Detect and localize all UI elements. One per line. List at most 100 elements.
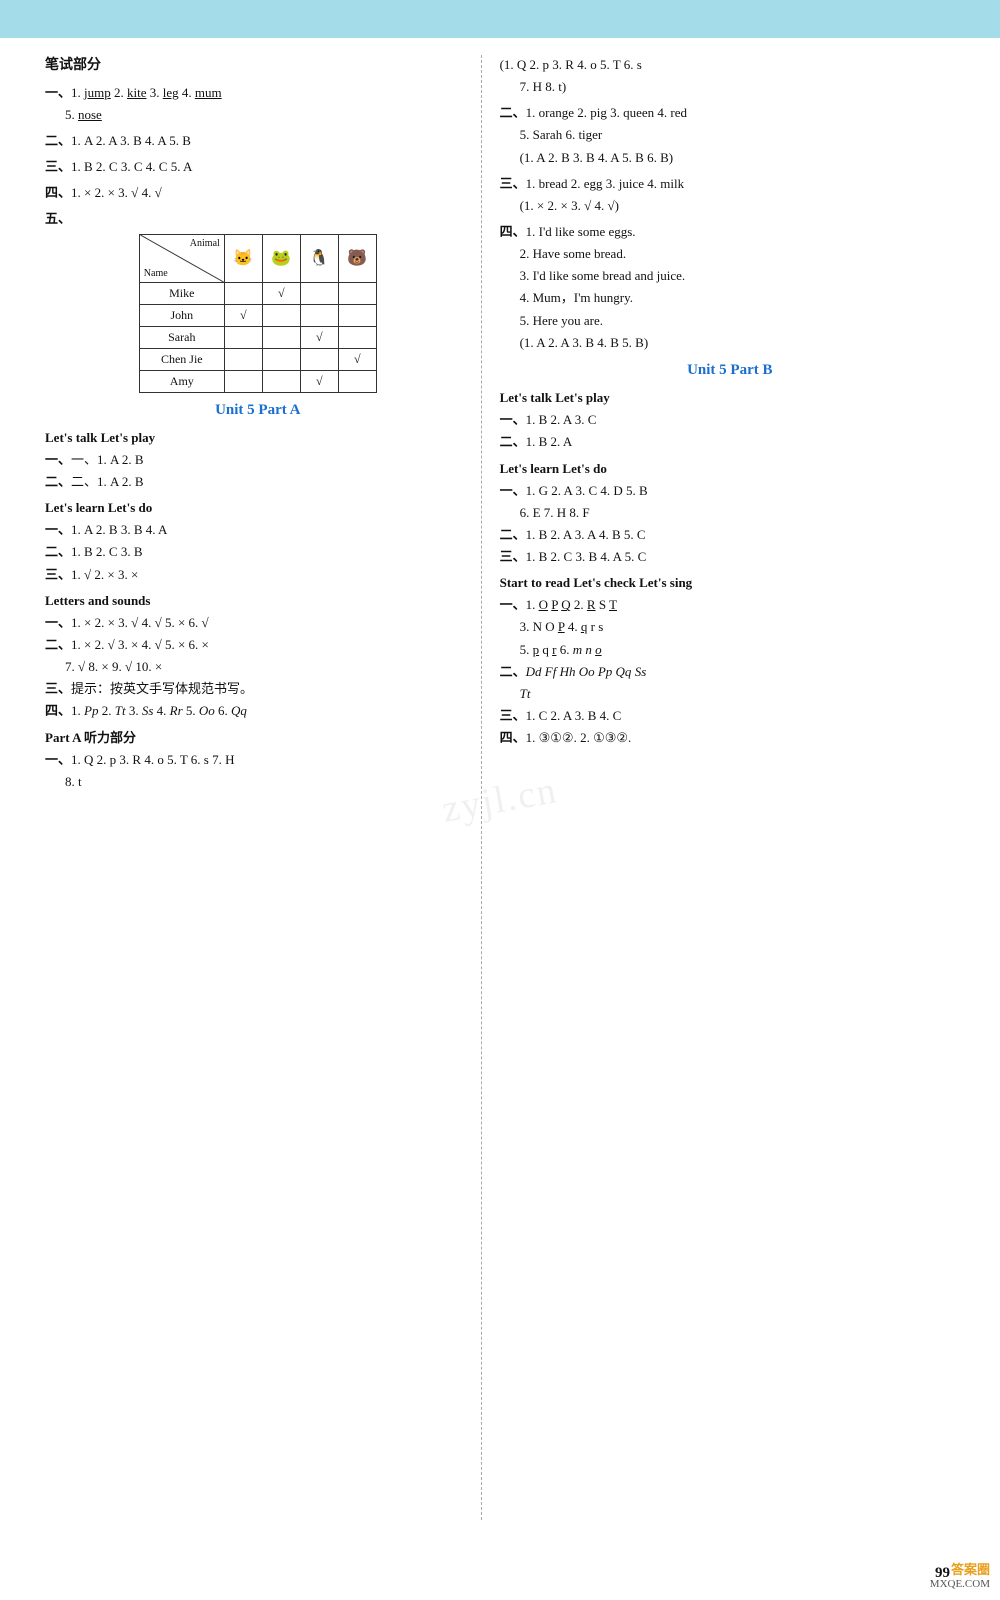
amy-1 [224,370,262,392]
right-si1: 四、1. I'd like some eggs. [500,222,960,242]
top-bar [0,0,1000,38]
sarah-2 [262,326,300,348]
table-row-john: John √ [139,304,376,326]
ltpb1: 一、1. B 2. A 3. C [500,410,960,430]
animal-col-4: 🐻 [338,234,376,282]
lets-learn-do-section: Let's learn Let's do 一、1. A 2. B 3. B 4.… [45,498,471,585]
pal1: 一、1. Q 2. p 3. R 4. o 5. T 6. s 7. H [45,750,471,770]
right-san-section: 三、1. bread 2. egg 3. juice 4. milk (1. ×… [500,174,960,216]
right-si2: 2. Have some bread. [500,244,960,264]
diagonal-header-cell: Animal Name [139,234,224,282]
ltp2: 二、二、1. A 2. B [45,472,471,492]
right-er2: 5. Sarah 6. tiger [500,125,960,145]
name-chenjie: Chen Jie [139,348,224,370]
lld3: 三、1. √ 2. × 3. × [45,565,471,585]
chenjie-3 [300,348,338,370]
mike-1 [224,282,262,304]
content-area: 笔试部分 一、1. jump 2. kite 3. leg 4. mum 5. … [40,55,960,1520]
lldb2: 6. E 7. H 8. F [500,503,960,523]
right-si6: (1. A 2. A 3. B 4. B 5. B) [500,333,960,353]
lldb4: 三、1. B 2. C 3. B 4. A 5. C [500,547,960,567]
ltpb2: 二、1. B 2. A [500,432,960,452]
right-lets-learn-do-label: Let's learn Let's do [500,459,960,479]
lets-talk-play-section: Let's talk Let's play 一、一、1. A 2. B 二、二、… [45,428,471,492]
animal-col-2: 🐸 [262,234,300,282]
letters-sounds-label: Letters and sounds [45,591,471,611]
name-sarah: Sarah [139,326,224,348]
right-lets-talk-play-section: Let's talk Let's play 一、1. B 2. A 3. C 二… [500,388,960,452]
pal-8t: 8. t [45,772,471,792]
section-five-label: 五、 [45,209,471,229]
ltp1: 一、一、1. A 2. B [45,450,471,470]
logo-icon: 答案圈 [930,1559,990,1578]
ls3: 7. √ 8. × 9. √ 10. × [45,657,471,677]
sarah-3: √ [300,326,338,348]
sarah-4 [338,326,376,348]
right-er-section: 二、1. orange 2. pig 3. queen 4. red 5. Sa… [500,103,960,167]
section-five: 五、 Animal Name 🐱 🐸 🐧 🐻 Mi [45,209,471,392]
ls5: 四、1. Pp 2. Tt 3. Ss 4. Rr 5. Oo 6. Qq [45,701,471,721]
sr-si: 四、1. ③①②. 2. ①③②. [500,728,960,748]
section-three-content: 三、1. B 2. C 3. C 4. C 5. A [45,157,471,177]
unit5a-title: Unit 5 Part A [45,399,471,422]
table-row-amy: Amy √ [139,370,376,392]
sr-er: 二、Dd Ff Hh Oo Pp Qq Ss [500,662,960,682]
animal-header: Animal [190,238,220,249]
amy-4 [338,370,376,392]
right-line1: (1. Q 2. p 3. R 4. o 5. T 6. s 7. H 8. t… [500,55,960,97]
right-lets-talk-play-label: Let's talk Let's play [500,388,960,408]
section-one-5: 5. nose [45,105,471,125]
right-line2-text: 7. H 8. t) [500,77,960,97]
section-two-content: 二、1. A 2. A 3. B 4. A 5. B [45,131,471,151]
amy-2 [262,370,300,392]
chenjie-1 [224,348,262,370]
left-column: 笔试部分 一、1. jump 2. kite 3. leg 4. mum 5. … [40,55,482,1520]
amy-3: √ [300,370,338,392]
section-three: 三、1. B 2. C 3. C 4. C 5. A [45,157,471,177]
chenjie-2 [262,348,300,370]
lldb3: 二、1. B 2. A 3. A 4. B 5. C [500,525,960,545]
sr-yi-2: 3. N O P 4. q r s [500,617,960,637]
lets-talk-play-label: Let's talk Let's play [45,428,471,448]
right-start-read-label: Start to read Let's check Let's sing [500,573,960,593]
chenjie-4: √ [338,348,376,370]
table-row-mike: Mike √ [139,282,376,304]
right-line1-text: (1. Q 2. p 3. R 4. o 5. T 6. s [500,55,960,75]
sarah-1 [224,326,262,348]
right-lets-learn-do-section: Let's learn Let's do 一、1. G 2. A 3. C 4.… [500,459,960,568]
right-er1: 二、1. orange 2. pig 3. queen 4. red [500,103,960,123]
right-er3: (1. A 2. B 3. B 4. A 5. B 6. B) [500,148,960,168]
table-row-chenjie: Chen Jie √ [139,348,376,370]
sr-yi-1: 一、1. O P Q 2. R S T [500,595,960,615]
animal-col-3: 🐧 [300,234,338,282]
logo-url: MXQE.COM [930,1578,990,1590]
mike-4 [338,282,376,304]
john-3 [300,304,338,326]
section-four: 四、1. × 2. × 3. √ 4. √ [45,183,471,203]
unit5b-title: Unit 5 Part B [500,359,960,382]
section-two: 二、1. A 2. A 3. B 4. A 5. B [45,131,471,151]
right-column: (1. Q 2. p 3. R 4. o 5. T 6. s 7. H 8. t… [482,55,960,1520]
mike-2: √ [262,282,300,304]
sr-san: 三、1. C 2. A 3. B 4. C [500,706,960,726]
lld1: 一、1. A 2. B 3. B 4. A [45,520,471,540]
part-a-listen-label: Part A 听力部分 [45,728,471,748]
ls2: 二、1. × 2. √ 3. × 4. √ 5. × 6. × [45,635,471,655]
letters-sounds-section: Letters and sounds 一、1. × 2. × 3. √ 4. √… [45,591,471,722]
john-4 [338,304,376,326]
section-one-label: 一、1. jump 2. kite 3. leg 4. mum [45,83,471,103]
john-2 [262,304,300,326]
logo-bottom: 答案圈 MXQE.COM [930,1559,990,1590]
mike-3 [300,282,338,304]
animal-col-1: 🐱 [224,234,262,282]
right-si5: 5. Here you are. [500,311,960,331]
part-a-listen-section: Part A 听力部分 一、1. Q 2. p 3. R 4. o 5. T 6… [45,728,471,792]
right-si3: 3. I'd like some bread and juice. [500,266,960,286]
section-four-content: 四、1. × 2. × 3. √ 4. √ [45,183,471,203]
sr-yi-3: 5. p q r 6. m n o [500,640,960,660]
ls1: 一、1. × 2. × 3. √ 4. √ 5. × 6. √ [45,613,471,633]
name-john: John [139,304,224,326]
right-si4: 4. Mum，I'm hungry. [500,288,960,308]
bishi-header: 笔试部分 [45,55,471,77]
name-header: Name [144,268,168,279]
